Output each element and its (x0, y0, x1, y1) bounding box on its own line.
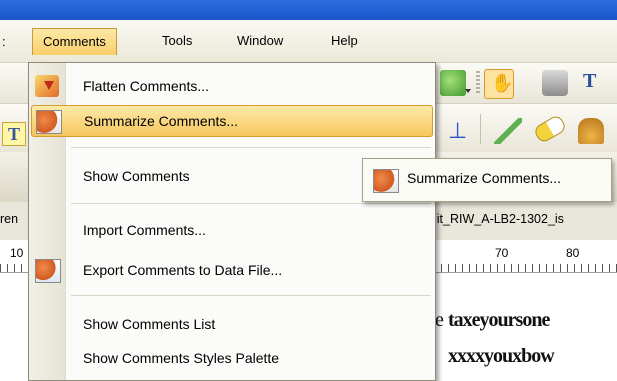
toolbar-grip (476, 71, 480, 95)
text-select-icon[interactable]: T (580, 70, 602, 96)
export-comments-icon (35, 259, 61, 283)
menu-bar: : Comments Tools Window Help (0, 20, 617, 63)
eraser-tool-icon[interactable] (532, 113, 568, 145)
menu-item-label: Summarize Comments... (84, 113, 239, 129)
summarize-comments-icon (373, 169, 399, 193)
stamp-tool-icon[interactable] (578, 118, 604, 144)
doc-text-line-2: xxxxyouxbow (448, 345, 555, 367)
pencil-tool-icon[interactable] (494, 118, 522, 144)
menu-item-label: Show Comments Styles Palette (83, 350, 280, 366)
ruler-label-10: 10 (10, 246, 24, 260)
snapshot-camera-icon[interactable] (542, 70, 568, 96)
menu-item-show-comments-styles-palette[interactable]: Show Comments Styles Palette (31, 343, 431, 373)
tab-left-partial[interactable]: ren (0, 212, 18, 226)
summarize-comments-icon (36, 110, 62, 134)
menu-item-flatten-comments[interactable]: Flatten Comments... (31, 71, 431, 101)
doc-text-line-1: taxeyoursone (448, 309, 550, 331)
menu-separator (71, 295, 431, 296)
menu-item-label: Export Comments to Data File... (83, 262, 283, 278)
tab-document-name[interactable]: iit_RIW_A-LB2-1302_is (434, 212, 564, 226)
green-tool-icon[interactable] (440, 70, 466, 96)
pushpin-icon[interactable]: ⊥ (448, 118, 467, 144)
menubar-partial-left: : (2, 34, 6, 49)
text-box-tool-icon[interactable]: T (2, 122, 26, 146)
ruler-label-80: 80 (566, 246, 580, 260)
toolbar-sep (480, 114, 481, 144)
hand-tool-icon[interactable]: ✋ (484, 69, 514, 99)
menu-help[interactable]: Help (321, 28, 368, 54)
show-comments-submenu: Summarize Comments... (362, 158, 612, 202)
menu-comments[interactable]: Comments (32, 28, 117, 55)
menu-separator (71, 203, 431, 204)
menu-window[interactable]: Window (227, 28, 293, 54)
window-title-bar (0, 0, 617, 20)
menu-separator (71, 147, 431, 148)
menu-item-export-comments[interactable]: Export Comments to Data File... (31, 255, 431, 285)
menu-item-label: Import Comments... (83, 222, 206, 238)
menu-item-show-comments-list[interactable]: Show Comments List (31, 309, 431, 339)
submenu-summarize-comments[interactable]: Summarize Comments... (407, 170, 561, 186)
dropdown-arrow-icon[interactable] (465, 89, 471, 93)
menu-item-summarize-comments[interactable]: Summarize Comments... (31, 105, 433, 137)
menu-item-import-comments[interactable]: Import Comments... (31, 215, 431, 245)
comments-dropdown-menu: Flatten Comments... Summarize Comments..… (28, 62, 436, 381)
menu-item-label: Flatten Comments... (83, 78, 210, 94)
menu-tools[interactable]: Tools (152, 28, 202, 54)
flatten-comments-icon (35, 75, 59, 97)
doc-text-fragment: e (435, 309, 444, 331)
menu-item-label: Show Comments List (83, 316, 216, 332)
ruler-label-70: 70 (495, 246, 509, 260)
menu-item-label: Show Comments (83, 168, 190, 184)
